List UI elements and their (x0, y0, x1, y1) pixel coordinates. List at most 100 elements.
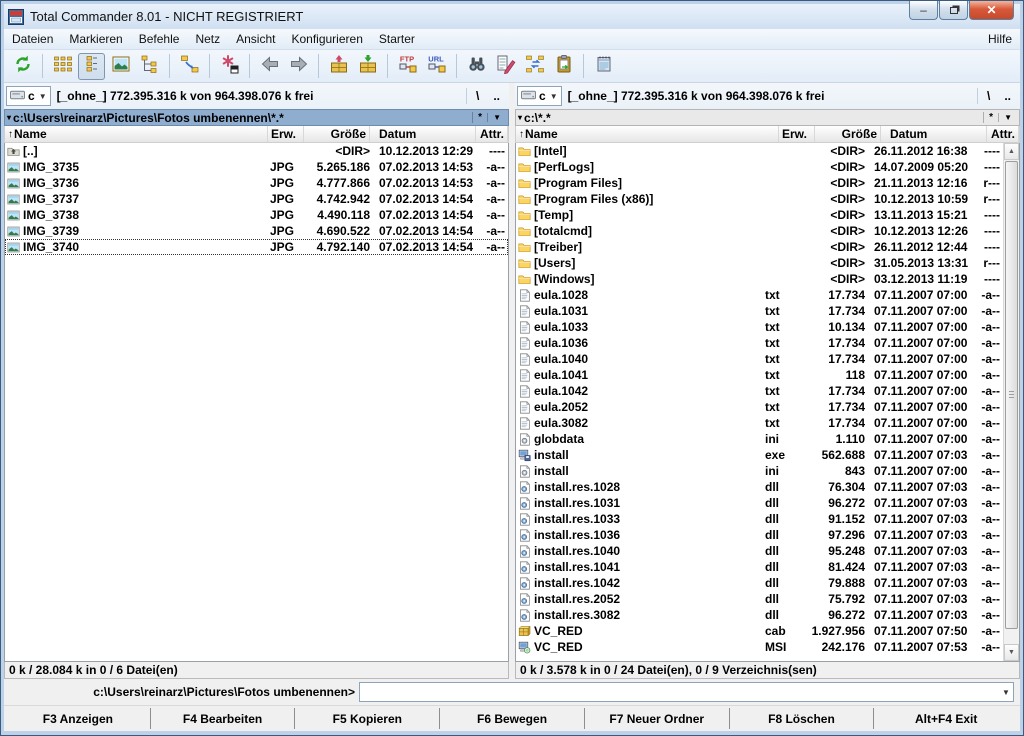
file-row[interactable]: install.res.1036dll97.29607.11.2007 07:0… (516, 527, 1003, 543)
fkey-button-f4[interactable]: F4 Bearbeiten (150, 708, 295, 729)
column-header-size[interactable]: Größe (815, 126, 881, 142)
file-row[interactable]: [totalcmd]<DIR>10.12.2013 12:26---- (516, 223, 1003, 239)
column-header-name[interactable]: ↑Name (516, 126, 779, 142)
file-row[interactable]: installexe562.68807.11.2007 07:03-a-- (516, 447, 1003, 463)
drive-selector[interactable]: c▼ (6, 86, 51, 106)
toolbar-branch-view-button[interactable] (176, 53, 203, 80)
toolbar-tree-view-button[interactable] (136, 53, 163, 80)
file-row[interactable]: IMG_3738JPG4.490.11807.02.2013 14:54-a-- (5, 207, 508, 223)
file-row[interactable]: IMG_3739JPG4.690.52207.02.2013 14:54-a-- (5, 223, 508, 239)
fkey-button-f3[interactable]: F3 Anzeigen (6, 708, 150, 729)
root-dir-button[interactable]: \ (980, 88, 997, 104)
column-header-date[interactable]: Datum (370, 126, 476, 142)
file-row[interactable]: installini84307.11.2007 07:00-a-- (516, 463, 1003, 479)
toolbar-back-button[interactable] (256, 53, 283, 80)
file-row[interactable]: install.res.1028dll76.30407.11.2007 07:0… (516, 479, 1003, 495)
file-row[interactable]: IMG_3736JPG4.777.86607.02.2013 14:53-a-- (5, 175, 508, 191)
column-header-ext[interactable]: Erw. (268, 126, 304, 142)
file-row[interactable]: eula.1033txt10.13407.11.2007 07:00-a-- (516, 319, 1003, 335)
toolbar-sync-dirs-button[interactable] (521, 53, 548, 80)
file-row[interactable]: [Program Files (x86)]<DIR>10.12.2013 10:… (516, 191, 1003, 207)
scroll-up-button[interactable]: ▲ (1004, 143, 1019, 160)
menu-item-starter[interactable]: Starter (371, 30, 423, 48)
fkey-button-f6[interactable]: F6 Bewegen (439, 708, 584, 729)
command-line-input[interactable] (360, 684, 999, 700)
file-row[interactable]: install.res.1042dll79.88807.11.2007 07:0… (516, 575, 1003, 591)
file-row[interactable]: install.res.1040dll95.24807.11.2007 07:0… (516, 543, 1003, 559)
toolbar-thumbnails-view-button[interactable] (107, 53, 134, 80)
menu-item-hilfe[interactable]: Hilfe (980, 30, 1020, 48)
toolbar-multi-rename-button[interactable] (492, 53, 519, 80)
parent-dir-button[interactable]: .. (486, 88, 507, 104)
history-button[interactable]: ▼ (998, 113, 1017, 122)
file-row[interactable]: [Temp]<DIR>13.11.2013 15:21---- (516, 207, 1003, 223)
column-header-attr[interactable]: Attr. (987, 126, 1019, 142)
column-header-attr[interactable]: Attr. (476, 126, 508, 142)
fkey-button-f7[interactable]: F7 Neuer Ordner (584, 708, 729, 729)
scrollbar-thumb[interactable] (1005, 161, 1018, 629)
file-row[interactable]: install.res.1041dll81.42407.11.2007 07:0… (516, 559, 1003, 575)
file-row[interactable]: eula.1042txt17.73407.11.2007 07:00-a-- (516, 383, 1003, 399)
file-row[interactable]: [PerfLogs]<DIR>14.07.2009 05:20---- (516, 159, 1003, 175)
toolbar-unpack-button[interactable] (354, 53, 381, 80)
column-header-date[interactable]: Datum (881, 126, 987, 142)
favorites-button[interactable]: * (472, 112, 487, 123)
file-row[interactable]: [Treiber]<DIR>26.11.2012 12:44---- (516, 239, 1003, 255)
toolbar-pack-button[interactable] (325, 53, 352, 80)
path-bar[interactable]: ▾c:\*.**▼ (515, 109, 1020, 126)
file-row[interactable]: install.res.2052dll75.79207.11.2007 07:0… (516, 591, 1003, 607)
column-header-ext[interactable]: Erw. (779, 126, 815, 142)
toolbar-brief-view-button[interactable] (49, 53, 76, 80)
toolbar-full-view-button[interactable] (78, 53, 105, 80)
file-row[interactable]: IMG_3740JPG4.792.14007.02.2013 14:54-a-- (5, 239, 508, 255)
menu-item-befehle[interactable]: Befehle (131, 30, 188, 48)
fkey-button-f8[interactable]: F8 Löschen (729, 708, 874, 729)
file-row[interactable]: install.res.3082dll96.27207.11.2007 07:0… (516, 607, 1003, 623)
file-row[interactable]: eula.1028txt17.73407.11.2007 07:00-a-- (516, 287, 1003, 303)
file-row[interactable]: [Program Files]<DIR>21.11.2013 12:16r--- (516, 175, 1003, 191)
file-row[interactable]: eula.1036txt17.73407.11.2007 07:00-a-- (516, 335, 1003, 351)
menu-item-netz[interactable]: Netz (187, 30, 228, 48)
file-row[interactable]: [Users]<DIR>31.05.2013 13:31r--- (516, 255, 1003, 271)
file-row[interactable]: VC_REDMSI242.17607.11.2007 07:53-a-- (516, 639, 1003, 655)
menu-item-markieren[interactable]: Markieren (61, 30, 130, 48)
file-row[interactable]: IMG_3737JPG4.742.94207.02.2013 14:54-a-- (5, 191, 508, 207)
toolbar-forward-button[interactable] (285, 53, 312, 80)
toolbar-url-button[interactable]: URL (423, 53, 450, 80)
file-row[interactable]: [Intel]<DIR>26.11.2012 16:38---- (516, 143, 1003, 159)
file-row[interactable]: [Windows]<DIR>03.12.2013 11:19---- (516, 271, 1003, 287)
toolbar-copy-to-clipboard-button[interactable] (550, 53, 577, 80)
file-row[interactable]: globdataini1.11007.11.2007 07:00-a-- (516, 431, 1003, 447)
column-header-size[interactable]: Größe (304, 126, 370, 142)
file-row[interactable]: VC_REDcab1.927.95607.11.2007 07:50-a-- (516, 623, 1003, 639)
parent-dir-button[interactable]: .. (997, 88, 1018, 104)
file-row[interactable]: eula.1041txt11807.11.2007 07:00-a-- (516, 367, 1003, 383)
menu-item-konfigurieren[interactable]: Konfigurieren (283, 30, 370, 48)
file-row[interactable]: eula.1040txt17.73407.11.2007 07:00-a-- (516, 351, 1003, 367)
root-dir-button[interactable]: \ (469, 88, 486, 104)
toolbar-ftp-connect-button[interactable]: FTP (394, 53, 421, 80)
menu-item-ansicht[interactable]: Ansicht (228, 30, 283, 48)
history-button[interactable]: ▼ (487, 113, 506, 122)
file-row[interactable]: install.res.1033dll91.15207.11.2007 07:0… (516, 511, 1003, 527)
toolbar-find-files-button[interactable] (463, 53, 490, 80)
fkey-button-alt-f4[interactable]: Alt+F4 Exit (873, 708, 1018, 729)
file-row[interactable]: [..]<DIR>10.12.2013 12:29---- (5, 143, 508, 159)
minimize-button[interactable]: – (909, 1, 938, 20)
file-row[interactable]: eula.3082txt17.73407.11.2007 07:00-a-- (516, 415, 1003, 431)
restore-button[interactable] (939, 1, 968, 20)
path-bar[interactable]: ▾c:\Users\reinarz\Pictures\Fotos umbenen… (4, 109, 509, 126)
file-row[interactable]: install.res.1031dll96.27207.11.2007 07:0… (516, 495, 1003, 511)
close-button[interactable]: ✕ (969, 1, 1014, 20)
file-row[interactable]: eula.1031txt17.73407.11.2007 07:00-a-- (516, 303, 1003, 319)
vertical-scrollbar[interactable]: ▲▼ (1003, 143, 1019, 661)
toolbar-refresh-button[interactable] (9, 53, 36, 80)
file-row[interactable]: IMG_3735JPG5.265.18607.02.2013 14:53-a-- (5, 159, 508, 175)
menu-item-dateien[interactable]: Dateien (4, 30, 61, 48)
toolbar-filter-button[interactable] (216, 53, 243, 80)
file-row[interactable]: eula.2052txt17.73407.11.2007 07:00-a-- (516, 399, 1003, 415)
scroll-down-button[interactable]: ▼ (1004, 644, 1019, 661)
fkey-button-f5[interactable]: F5 Kopieren (294, 708, 439, 729)
titlebar[interactable]: Total Commander 8.01 - NICHT REGISTRIERT… (4, 4, 1020, 29)
drive-selector[interactable]: c▼ (517, 86, 562, 106)
